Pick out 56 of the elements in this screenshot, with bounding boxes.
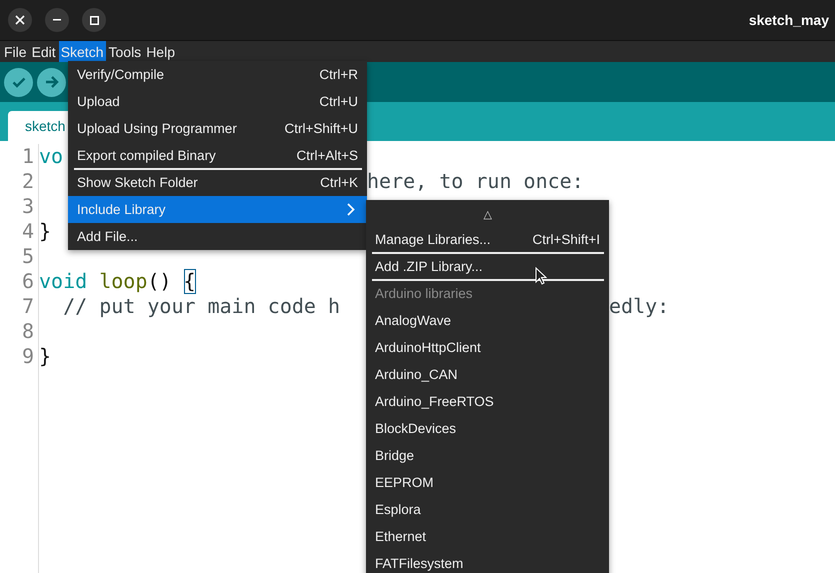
line-number: 9 [22,344,34,369]
menu-item[interactable]: AnalogWave [366,307,609,334]
menu-item[interactable]: Add File... [68,223,367,250]
maximize-icon [90,16,98,24]
menu-item[interactable]: Show Sketch Folder Ctrl+K [68,169,367,196]
menu-section-header: Arduino libraries [374,285,474,303]
menu-title[interactable]: Edit [30,41,58,62]
line-number: 7 [22,294,34,319]
menu-item[interactable]: Upload Using Programmer Ctrl+Shift+U [68,115,367,142]
code-text: { [184,269,196,294]
line-number: 6 [22,269,34,294]
line-number: 3 [22,194,34,219]
code-text: // put your main code h [62,294,340,319]
mouse-pointer-icon [535,267,547,285]
arrow-right-icon [44,76,58,88]
close-button[interactable] [8,8,32,32]
line-number: 2 [22,169,34,194]
code-text: here, to run once: [367,169,584,194]
menu-item[interactable]: ArduinoHttpClient [366,334,609,361]
close-icon [15,15,25,25]
menu-item[interactable]: Ethernet [366,523,609,550]
upload-button[interactable] [37,68,66,96]
menu-title[interactable]: Tools [106,41,144,62]
line-number: 8 [22,319,34,344]
menu-item[interactable]: Manage Libraries... Ctrl+Shift+I [366,226,609,253]
menu-title[interactable]: Help [144,41,177,62]
code-text: void [39,269,88,294]
code-text: loop [98,269,148,294]
minimize-button[interactable] [45,8,69,32]
menu-title[interactable]: File [2,41,29,62]
checkmark-icon [12,76,26,88]
line-number: 1 [22,144,34,169]
code-text: } [39,344,52,369]
menu-item[interactable]: Bridge [366,442,609,469]
menu-item[interactable]: Arduino_CAN [366,361,609,388]
window-title: sketch_may [748,12,829,28]
code-text: } [39,219,52,244]
code-text: edly: [609,294,670,319]
verify-button[interactable] [4,68,33,96]
code-text: () [147,269,172,294]
line-number: 4 [22,219,34,244]
menu-item[interactable]: Include Library [68,196,367,223]
menu-item[interactable]: Esplora [366,496,609,523]
menu-item[interactable]: Export compiled Binary Ctrl+Alt+S [68,142,367,169]
minimize-icon [53,19,61,21]
menu-item[interactable]: Arduino_FreeRTOS [366,388,609,415]
menu-title[interactable]: Sketch [58,41,106,62]
code-text: vo [39,144,64,169]
menu-item[interactable]: FATFilesystem [366,550,609,573]
line-number: 5 [22,244,34,269]
menu-item[interactable]: Upload Ctrl+U [68,88,367,115]
menu-item[interactable]: BlockDevices [366,415,609,442]
menu-item[interactable]: EEPROM [366,469,609,496]
maximize-button[interactable] [82,8,106,32]
scroll-up-arrow[interactable]: △ [366,200,609,226]
menu-item[interactable]: Add .ZIP Library... [366,253,609,280]
